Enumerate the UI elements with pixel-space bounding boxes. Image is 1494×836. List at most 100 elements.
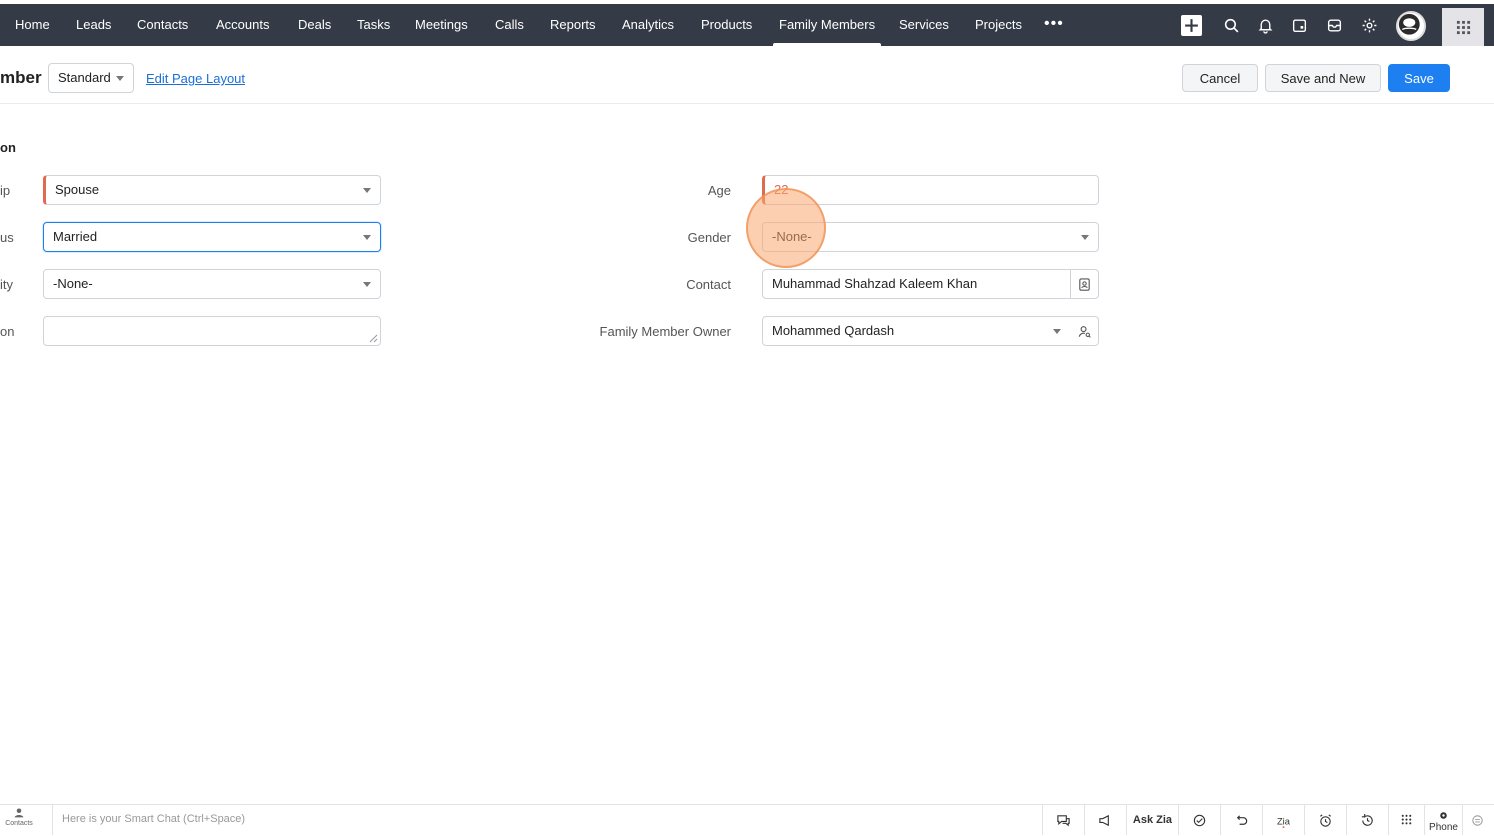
settings-button[interactable]	[1358, 14, 1380, 36]
notifications-button[interactable]	[1254, 14, 1276, 36]
layout-select[interactable]: Standard	[48, 63, 134, 93]
announcements-button[interactable]	[1084, 805, 1126, 835]
smart-chat-input[interactable]: Here is your Smart Chat (Ctrl+Space)	[52, 805, 1032, 835]
tab-family-members[interactable]: Family Members	[772, 4, 882, 46]
app-shortcut-button[interactable]	[1462, 805, 1492, 835]
section-title: on	[0, 140, 16, 155]
family-member-owner-label: Family Member Owner	[599, 324, 731, 339]
bottom-bar: Contacts Here is your Smart Chat (Ctrl+S…	[0, 804, 1494, 835]
contacts-shortcut-label: Contacts	[5, 820, 33, 827]
family-member-owner-select[interactable]: Mohammed Qardash	[762, 316, 1099, 346]
tab-reports[interactable]: Reports	[550, 4, 596, 46]
family-member-owner-value: Mohammed Qardash	[772, 323, 895, 338]
tab-projects[interactable]: Projects	[975, 4, 1022, 46]
calendar-button[interactable]	[1288, 14, 1310, 36]
top-navigation-bar: Home Leads Contacts Accounts Deals Tasks…	[0, 4, 1494, 46]
description-label: on	[0, 324, 15, 339]
nationality-value: -None-	[53, 276, 93, 291]
ask-zia-button[interactable]: Ask Zia	[1126, 805, 1178, 835]
age-input[interactable]: 22	[762, 175, 1099, 205]
gender-select[interactable]: -None-	[762, 222, 1099, 252]
layout-select-value: Standard	[58, 70, 111, 85]
signals-button[interactable]	[1178, 805, 1220, 835]
zia-icon: Zia	[1277, 816, 1291, 828]
chevron-down-icon	[116, 76, 124, 81]
save-button[interactable]: Save	[1388, 64, 1450, 92]
marital-status-select[interactable]: Married	[43, 222, 381, 252]
tab-calls[interactable]: Calls	[495, 4, 524, 46]
user-avatar-icon	[1398, 13, 1420, 35]
nationality-select[interactable]: -None-	[43, 269, 381, 299]
chat-icon	[1057, 814, 1070, 826]
save-and-new-button[interactable]: Save and New	[1265, 64, 1381, 92]
gear-icon	[1362, 18, 1376, 32]
tab-deals[interactable]: Deals	[298, 4, 331, 46]
apps-button[interactable]	[1442, 8, 1484, 46]
undo-icon	[1236, 814, 1248, 825]
user-search-icon	[1078, 325, 1091, 338]
relationship-select[interactable]: Spouse	[43, 175, 381, 205]
age-label: Age	[707, 183, 731, 198]
create-new-button[interactable]	[1181, 15, 1202, 36]
resize-handle-icon[interactable]	[369, 334, 378, 343]
phone-label: Phone	[1429, 821, 1458, 833]
relationship-label: ip	[0, 183, 11, 198]
translate-button[interactable]: Zia	[1262, 805, 1304, 835]
contacts-icon	[14, 808, 24, 818]
cancel-button[interactable]: Cancel	[1182, 64, 1258, 92]
contact-value: Muhammad Shahzad Kaleem Khan	[772, 276, 978, 291]
alarm-clock-icon	[1320, 813, 1331, 827]
recent-items-button[interactable]	[1346, 805, 1388, 835]
inbox-button[interactable]	[1323, 14, 1345, 36]
nationality-label: ity	[0, 277, 13, 292]
chat-button[interactable]	[1042, 805, 1084, 835]
contact-lookup-button[interactable]	[1070, 270, 1098, 298]
page-title: mber	[0, 68, 42, 87]
tab-accounts[interactable]: Accounts	[216, 4, 269, 46]
bell-icon	[1258, 19, 1272, 34]
tab-services[interactable]: Services	[899, 4, 949, 46]
record-header: mber Standard Edit Page Layout Cancel Sa…	[0, 46, 1494, 104]
chevron-down-icon	[1081, 235, 1089, 240]
gender-label: Gender	[687, 230, 731, 245]
marital-status-value: Married	[53, 229, 98, 244]
phone-gear-icon	[1440, 811, 1447, 819]
dialpad-button[interactable]	[1388, 805, 1424, 835]
contact-card-icon	[1079, 277, 1090, 291]
shield-icon	[1472, 814, 1483, 826]
tab-tasks[interactable]: Tasks	[357, 4, 390, 46]
contact-lookup[interactable]: Muhammad Shahzad Kaleem Khan	[762, 269, 1099, 299]
calendar-icon	[1292, 18, 1306, 32]
contact-label: Contact	[686, 277, 731, 292]
contacts-shortcut[interactable]: Contacts	[2, 807, 36, 833]
tab-home[interactable]: Home	[15, 4, 50, 46]
chevron-down-icon	[363, 235, 371, 240]
tab-contacts[interactable]: Contacts	[137, 4, 188, 46]
chevron-down-icon	[363, 282, 371, 287]
edit-page-layout-link[interactable]: Edit Page Layout	[146, 71, 245, 86]
plus-icon	[1185, 19, 1198, 32]
inbox-icon	[1327, 18, 1341, 32]
dialpad-icon	[1401, 814, 1412, 824]
description-textarea[interactable]	[43, 316, 381, 346]
phone-button[interactable]: Phone	[1424, 805, 1462, 835]
svg-text:Zia: Zia	[1277, 816, 1291, 826]
search-icon	[1224, 18, 1238, 32]
apps-grid-icon	[1456, 20, 1470, 34]
undo-history-button[interactable]	[1220, 805, 1262, 835]
tab-products[interactable]: Products	[701, 4, 752, 46]
search-button[interactable]	[1220, 14, 1242, 36]
avatar[interactable]	[1396, 11, 1426, 41]
gender-value: -None-	[772, 229, 812, 244]
history-icon	[1361, 813, 1373, 826]
chevron-down-icon	[1053, 329, 1061, 334]
tab-leads[interactable]: Leads	[76, 4, 111, 46]
tab-meetings[interactable]: Meetings	[415, 4, 468, 46]
reminders-button[interactable]	[1304, 805, 1346, 835]
chevron-down-icon	[363, 188, 371, 193]
age-value: 22	[774, 182, 789, 197]
tab-analytics[interactable]: Analytics	[622, 4, 674, 46]
signal-icon	[1193, 814, 1206, 826]
more-tabs-button[interactable]: •••	[1044, 4, 1064, 46]
owner-lookup-button[interactable]	[1070, 317, 1098, 345]
